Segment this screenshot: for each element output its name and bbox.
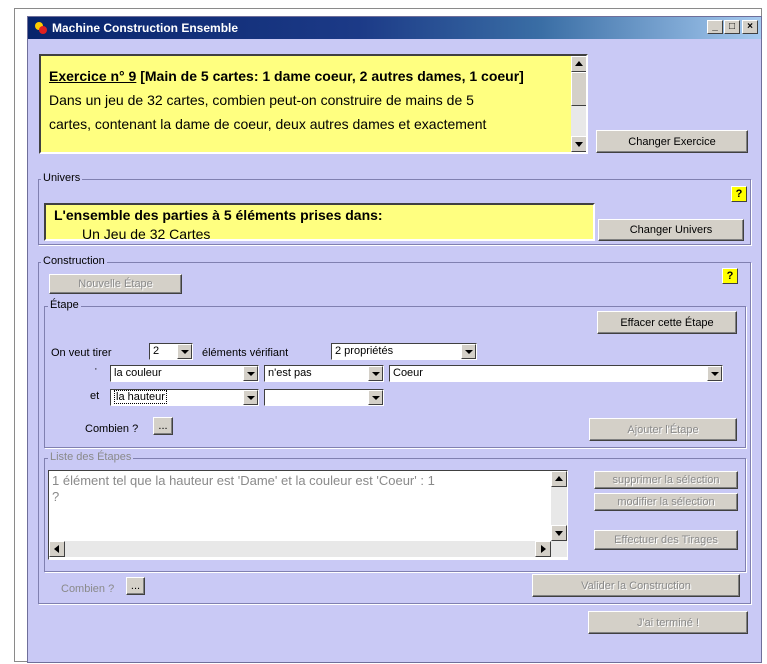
univers-heading: L'ensemble des parties à 5 éléments pris…	[54, 207, 383, 223]
change-univers-button[interactable]: Changer Univers	[598, 219, 744, 241]
done-button[interactable]: J'ai terminé !	[588, 611, 748, 634]
close-button[interactable]: ×	[742, 20, 758, 34]
exercise-panel[interactable]: Exercice n° 9 [Main de 5 cartes: 1 dame …	[39, 54, 588, 154]
scroll-up-icon[interactable]	[551, 471, 567, 487]
draw-count-select[interactable]: 2	[149, 343, 193, 360]
modify-selection-button[interactable]: modifier la sélection	[594, 493, 738, 511]
exercise-scrollbar[interactable]	[571, 56, 586, 152]
delete-selection-button[interactable]: supprimer la sélection	[594, 471, 738, 489]
bullet-mark: ·	[94, 363, 98, 375]
minimize-button[interactable]: _	[707, 20, 723, 34]
attribute2-select[interactable]: la hauteur	[110, 389, 259, 406]
step-list-hscroll[interactable]	[49, 541, 567, 557]
chevron-down-icon[interactable]	[243, 366, 258, 381]
etape-group-label: Étape	[48, 299, 81, 311]
attribute2-value: la hauteur	[114, 390, 167, 404]
scroll-down-icon[interactable]	[571, 136, 586, 152]
window-title: Machine Construction Ensemble	[52, 21, 239, 35]
univers-help-button[interactable]: ?	[731, 186, 747, 202]
add-step-button[interactable]: Ajouter l'Étape	[589, 418, 737, 441]
app-icon	[35, 22, 47, 34]
univers-item: Un Jeu de 32 Cartes	[82, 226, 211, 241]
draw-count-value: 2	[153, 345, 160, 357]
chevron-down-icon[interactable]	[461, 344, 476, 359]
chevron-down-icon[interactable]	[707, 366, 722, 381]
draw-label: On veut tirer	[51, 347, 112, 359]
value1-select[interactable]: Coeur	[389, 365, 723, 382]
step-list-vscroll[interactable]	[551, 471, 567, 541]
scroll-thumb[interactable]	[571, 72, 586, 106]
step-list-item-2[interactable]: ?	[52, 489, 59, 504]
construction-group-label: Construction	[41, 255, 107, 267]
total-combien-label: Combien ?	[61, 583, 115, 595]
chevron-down-icon[interactable]	[368, 366, 383, 381]
exercise-text-line2: cartes, contenant la dame de coeur, deux…	[49, 116, 487, 132]
univers-panel: L'ensemble des parties à 5 éléments pris…	[44, 203, 595, 241]
attribute1-value: la couleur	[114, 367, 162, 379]
step-list-group-label: Liste des Étapes	[48, 451, 134, 463]
draw-samples-button[interactable]: Effectuer des Tirages	[594, 530, 738, 550]
clear-step-button[interactable]: Effacer cette Étape	[597, 311, 737, 334]
value1-value: Coeur	[393, 367, 423, 379]
chevron-down-icon[interactable]	[177, 344, 192, 359]
maximize-button[interactable]: □	[724, 20, 740, 34]
construction-help-button[interactable]: ?	[722, 268, 738, 284]
validate-construction-button[interactable]: Valider la Construction	[532, 574, 740, 597]
step-combien-button[interactable]: ...	[153, 417, 173, 435]
properties-value: 2 propriétés	[335, 345, 394, 357]
scroll-up-icon[interactable]	[571, 56, 586, 72]
step-combien-label: Combien ?	[85, 423, 139, 435]
attribute1-select[interactable]: la couleur	[110, 365, 259, 382]
new-step-button[interactable]: Nouvelle Étape	[49, 274, 182, 294]
exercise-number: Exercice n° 9	[49, 68, 137, 84]
exercise-title: [Main de 5 cartes: 1 dame coeur, 2 autre…	[140, 68, 524, 84]
chevron-down-icon[interactable]	[368, 390, 383, 405]
exercise-text: Exercice n° 9 [Main de 5 cartes: 1 dame …	[49, 64, 565, 136]
total-combien-button[interactable]: ...	[126, 577, 145, 595]
operator1-value: n'est pas	[268, 367, 312, 379]
chevron-down-icon[interactable]	[243, 390, 258, 405]
exercise-text-line1: Dans un jeu de 32 cartes, combien peut-o…	[49, 92, 474, 108]
title-bar[interactable]: Machine Construction Ensemble _ □ ×	[28, 17, 761, 39]
change-exercise-button[interactable]: Changer Exercice	[596, 130, 748, 153]
step-list-item[interactable]: 1 élément tel que la hauteur est 'Dame' …	[52, 473, 435, 488]
step-list-content: 1 élément tel que la hauteur est 'Dame' …	[52, 473, 435, 505]
properties-select[interactable]: 2 propriétés	[331, 343, 477, 360]
step-list[interactable]: 1 élément tel que la hauteur est 'Dame' …	[48, 470, 568, 560]
operator2-select[interactable]	[264, 389, 384, 406]
univers-group-label: Univers	[41, 172, 83, 184]
scroll-right-icon[interactable]	[535, 541, 551, 557]
scroll-left-icon[interactable]	[49, 541, 65, 557]
elements-label: éléments vérifiant	[202, 347, 289, 359]
scroll-down-icon[interactable]	[551, 525, 567, 541]
app-window: Machine Construction Ensemble _ □ × Exer…	[27, 16, 762, 663]
operator1-select[interactable]: n'est pas	[264, 365, 384, 382]
et-label: et	[90, 390, 100, 402]
